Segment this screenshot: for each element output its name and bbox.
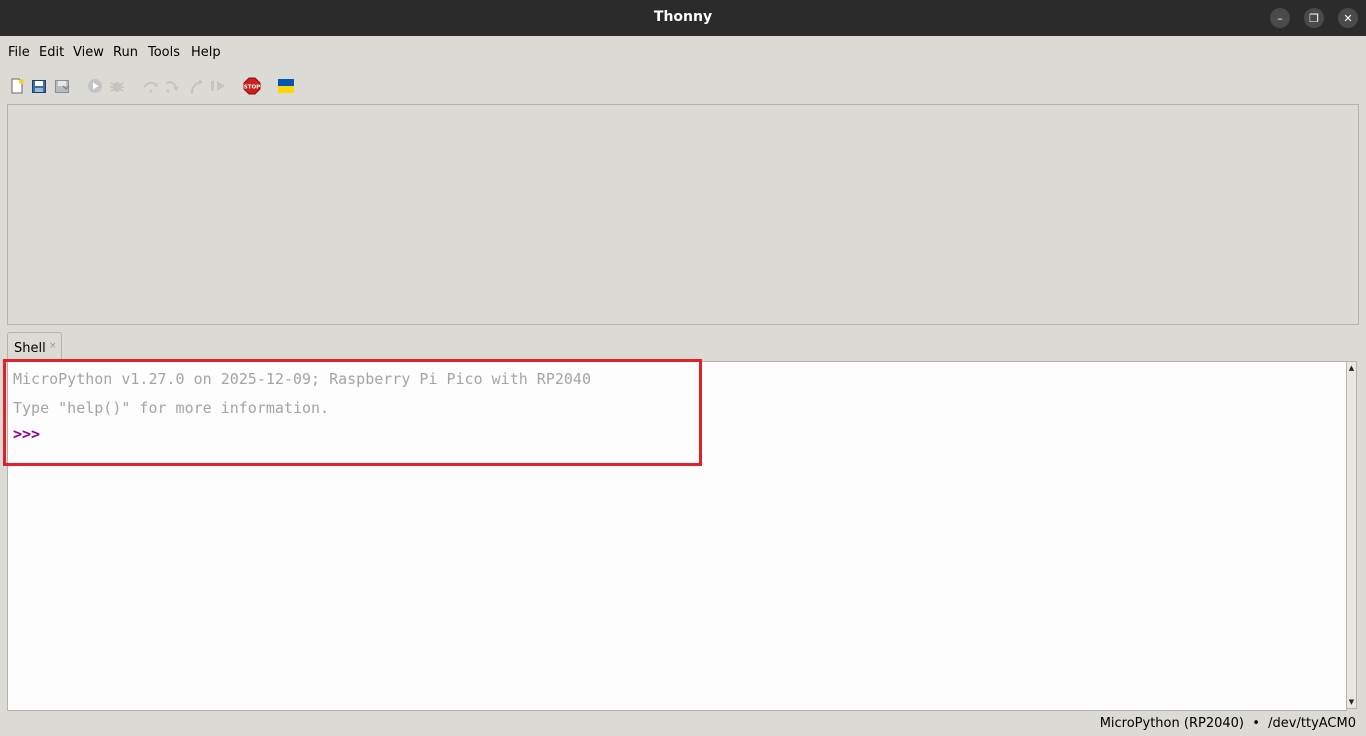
menu-edit[interactable]: Edit [39,45,64,60]
shell-prompt: >>> [13,425,41,443]
open-file-button[interactable] [30,77,48,95]
save-file-icon [55,80,70,93]
step-into-button[interactable] [164,77,182,95]
step-over-button[interactable] [142,77,160,95]
window-title: Thonny [653,9,713,25]
run-icon [88,79,102,93]
shell-console[interactable]: MicroPython v1.27.0 on 2025-12-09; Raspb… [7,361,1347,711]
menu-tools[interactable]: Tools [148,45,180,60]
close-tab-icon[interactable]: × [49,341,57,351]
step-into-icon [165,81,179,93]
scroll-down-icon[interactable]: ▼ [1348,698,1355,706]
status-bar: MicroPython (RP2040) • /dev/ttyACM0 [0,712,1366,736]
minimize-icon: – [1277,11,1283,25]
stop-icon: STOP [243,77,261,95]
editor-area[interactable] [7,104,1359,325]
close-button[interactable]: ✕ [1338,8,1358,28]
shell-help-line: Type "help()" for more information. [13,399,330,417]
new-file-icon [11,78,24,94]
close-icon: ✕ [1343,11,1353,25]
shell-tab-label: Shell [14,341,46,356]
menu-view[interactable]: View [73,45,104,60]
stop-button[interactable]: STOP [243,77,261,95]
run-button[interactable] [86,77,104,95]
step-out-icon [190,79,203,94]
open-file-icon [32,80,46,93]
menu-file[interactable]: File [8,45,30,60]
step-out-button[interactable] [188,77,206,95]
save-file-button[interactable] [53,77,71,95]
new-file-button[interactable] [8,77,26,95]
shell-banner: MicroPython v1.27.0 on 2025-12-09; Raspb… [13,370,591,388]
svg-text:STOP: STOP [244,85,260,91]
ukraine-flag-icon [278,79,294,93]
minimize-button[interactable]: – [1270,8,1290,28]
scroll-up-icon[interactable]: ▲ [1348,364,1355,372]
resume-icon [211,81,225,91]
menu-bar: File Edit View Run Tools Help [0,36,1366,68]
ukraine-support-button[interactable] [277,77,295,95]
debug-icon [110,82,124,92]
toolbar: STOP [0,70,1366,102]
resume-button[interactable] [210,77,228,95]
menu-run[interactable]: Run [113,45,138,60]
menu-help[interactable]: Help [191,45,221,60]
title-bar: Thonny – ❐ ✕ [0,0,1366,36]
debug-button[interactable] [108,77,126,95]
restore-icon: ❐ [1309,11,1319,25]
interpreter-status[interactable]: MicroPython (RP2040) • /dev/ttyACM0 [1100,716,1356,731]
tab-shell[interactable]: Shell × [7,332,62,360]
restore-button[interactable]: ❐ [1304,8,1324,28]
shell-scrollbar[interactable]: ▲ ▼ [1346,361,1357,709]
step-over-icon [143,81,158,93]
